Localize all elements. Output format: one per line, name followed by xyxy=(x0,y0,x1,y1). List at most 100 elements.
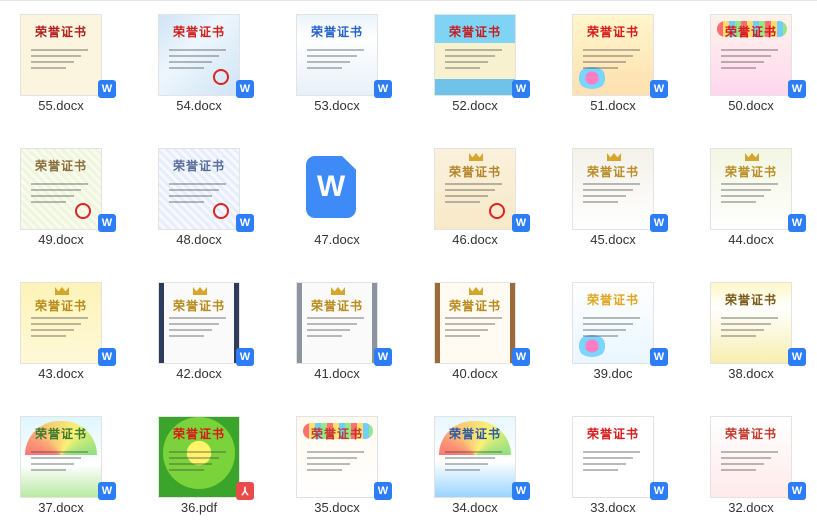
certificate-body-lines xyxy=(31,45,91,73)
word-file-icon: W xyxy=(512,80,530,98)
file-name: 36.pdf xyxy=(180,500,218,515)
file-item[interactable]: 荣誉证书 ⅄ 36.pdf xyxy=(138,402,254,530)
certificate-title: 荣誉证书 xyxy=(34,159,87,173)
file-item[interactable]: 荣誉证书 W 42.docx xyxy=(138,268,254,396)
word-file-icon: W xyxy=(374,80,392,98)
file-thumbnail: 荣誉证书 xyxy=(434,416,516,498)
certificate-body-lines xyxy=(307,447,367,475)
crown-icon xyxy=(607,153,621,161)
certificate-title: 荣誉证书 xyxy=(34,25,87,39)
word-file-icon: W xyxy=(650,80,668,98)
certificate-preview: 荣誉证书 xyxy=(573,417,653,497)
file-item[interactable]: 荣誉证书 W 33.docx xyxy=(552,402,668,530)
file-item[interactable]: 荣誉证书 W 46.docx xyxy=(414,134,530,262)
file-name: 34.docx xyxy=(452,500,498,515)
file-item[interactable]: 荣誉证书 W 52.docx xyxy=(414,0,530,128)
certificate-body-lines xyxy=(721,447,781,475)
word-file-icon: W xyxy=(512,348,530,366)
word-file-icon: W xyxy=(374,482,392,500)
file-thumbnail: 荣誉证书 xyxy=(158,282,240,364)
file-item[interactable]: 荣誉证书 W 54.docx xyxy=(138,0,254,128)
certificate-body-lines xyxy=(721,45,781,73)
file-name: 40.docx xyxy=(452,366,498,381)
certificate-body-lines xyxy=(169,447,229,475)
file-item[interactable]: 荣誉证书 W 39.doc xyxy=(552,268,668,396)
certificate-preview: 荣誉证书 xyxy=(159,149,239,229)
certificate-body-lines xyxy=(583,45,643,73)
crown-icon xyxy=(469,153,483,161)
seal-stamp xyxy=(75,203,91,219)
word-file-icon: W xyxy=(788,348,806,366)
file-item[interactable]: 荣誉证书 W 32.docx xyxy=(690,402,806,530)
certificate-preview: 荣誉证书 xyxy=(159,417,239,497)
file-item[interactable]: 荣誉证书 W 38.docx xyxy=(690,268,806,396)
file-item[interactable]: 荣誉证书 W 34.docx xyxy=(414,402,530,530)
certificate-title: 荣誉证书 xyxy=(172,25,225,39)
file-thumbnail: 荣誉证书 xyxy=(572,14,654,96)
file-item[interactable]: 荣誉证书 W 51.docx xyxy=(552,0,668,128)
file-name: 44.docx xyxy=(728,232,774,247)
certificate-title: 荣誉证书 xyxy=(724,25,777,39)
file-item[interactable]: 荣誉证书 W 40.docx xyxy=(414,268,530,396)
certificate-title: 荣誉证书 xyxy=(724,427,777,441)
file-name: 48.docx xyxy=(176,232,222,247)
file-item[interactable]: 荣誉证书 W 37.docx xyxy=(0,402,116,530)
file-name: 33.docx xyxy=(590,500,636,515)
certificate-preview: 荣誉证书 xyxy=(159,15,239,95)
certificate-body-lines xyxy=(583,447,643,475)
crown-icon xyxy=(55,287,69,295)
word-file-icon: W xyxy=(98,348,116,366)
certificate-preview: 荣誉证书 xyxy=(573,149,653,229)
file-name: 55.docx xyxy=(38,98,84,113)
file-item[interactable]: 荣誉证书 W 50.docx xyxy=(690,0,806,128)
file-item[interactable]: 荣誉证书 W 55.docx xyxy=(0,0,116,128)
file-item[interactable]: 荣誉证书 W 45.docx xyxy=(552,134,668,262)
certificate-body-lines xyxy=(721,179,781,207)
certificate-body-lines xyxy=(445,45,505,73)
file-thumbnail: 荣誉证书 xyxy=(434,282,516,364)
file-thumbnail: 荣誉证书 xyxy=(296,14,378,96)
certificate-title: 荣誉证书 xyxy=(34,299,87,313)
certificate-body-lines xyxy=(583,313,643,341)
file-thumbnail: 荣誉证书 xyxy=(710,14,792,96)
crown-icon xyxy=(193,287,207,295)
word-document-icon: W xyxy=(306,156,356,218)
file-name: 42.docx xyxy=(176,366,222,381)
file-name: 35.docx xyxy=(314,500,360,515)
file-name: 41.docx xyxy=(314,366,360,381)
file-item[interactable]: 荣誉证书 W 43.docx xyxy=(0,268,116,396)
file-grid: 荣誉证书 W 55.docx 荣誉证书 W 54.docx 荣誉证书 W 53.docx 荣誉证书… xyxy=(0,0,817,519)
certificate-body-lines xyxy=(583,179,643,207)
certificate-title: 荣誉证书 xyxy=(448,299,501,313)
file-name: 50.docx xyxy=(728,98,774,113)
file-item[interactable]: 荣誉证书 W 35.docx xyxy=(276,402,392,530)
certificate-preview: 荣誉证书 xyxy=(711,417,791,497)
file-thumbnail: 荣誉证书 xyxy=(572,416,654,498)
file-item[interactable]: 荣誉证书 W 53.docx xyxy=(276,0,392,128)
file-name: 45.docx xyxy=(590,232,636,247)
file-item[interactable]: W 47.docx xyxy=(276,134,386,262)
file-item[interactable]: 荣誉证书 W 44.docx xyxy=(690,134,806,262)
word-file-icon: W xyxy=(374,348,392,366)
file-thumbnail: 荣誉证书 xyxy=(710,148,792,230)
certificate-body-lines xyxy=(721,313,781,341)
certificate-body-lines xyxy=(307,313,367,341)
file-thumbnail: 荣誉证书 xyxy=(20,14,102,96)
word-file-icon: W xyxy=(512,482,530,500)
certificate-body-lines xyxy=(169,313,229,341)
file-thumbnail: 荣誉证书 xyxy=(296,282,378,364)
file-item[interactable]: 荣誉证书 W 49.docx xyxy=(0,134,116,262)
certificate-title: 荣誉证书 xyxy=(310,25,363,39)
word-file-icon: W xyxy=(512,214,530,232)
word-file-icon: W xyxy=(236,214,254,232)
certificate-preview: 荣誉证书 xyxy=(21,15,101,95)
certificate-body-lines xyxy=(445,447,505,475)
certificate-preview: 荣誉证书 xyxy=(159,283,239,363)
certificate-title: 荣誉证书 xyxy=(34,427,87,441)
certificate-preview: 荣誉证书 xyxy=(435,15,515,95)
file-item[interactable]: 荣誉证书 W 41.docx xyxy=(276,268,392,396)
file-thumbnail: 荣誉证书 xyxy=(710,416,792,498)
certificate-preview: 荣誉证书 xyxy=(435,417,515,497)
certificate-title: 荣誉证书 xyxy=(724,293,777,307)
file-item[interactable]: 荣誉证书 W 48.docx xyxy=(138,134,254,262)
